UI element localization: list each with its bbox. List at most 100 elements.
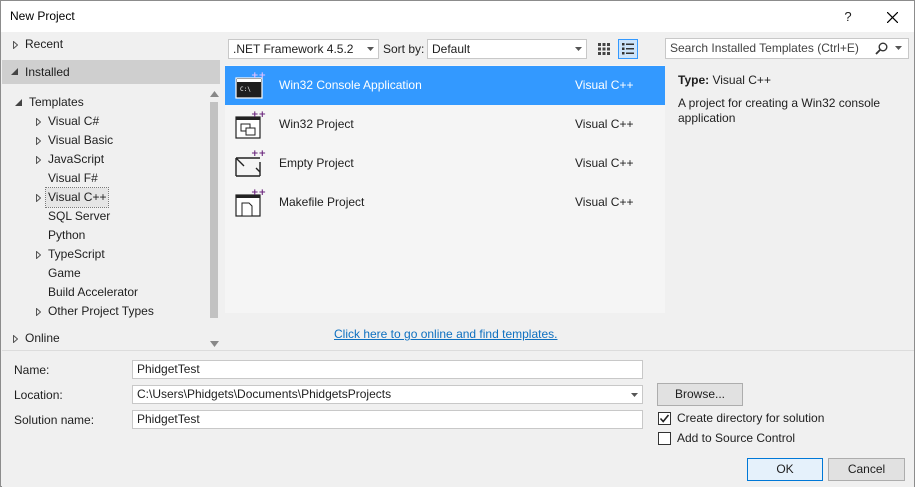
tree-label: Build Accelerator (48, 285, 139, 299)
template-item-makefile-project[interactable]: ++ Makefile Project Visual C++ (225, 183, 665, 222)
checkmark-icon (659, 414, 670, 423)
tree-label: Game (48, 266, 81, 280)
chevron-down-icon[interactable] (895, 46, 902, 50)
template-language: Visual C++ (575, 78, 634, 92)
svg-text:++: ++ (251, 149, 266, 159)
template-language: Visual C++ (575, 195, 634, 209)
template-item-empty-project[interactable]: ++ Empty Project Visual C++ (225, 144, 665, 183)
help-button[interactable]: ? (833, 6, 863, 28)
new-project-dialog: New Project ? Recent Installed Templates… (0, 0, 915, 487)
window-title: New Project (10, 9, 75, 23)
cancel-button[interactable]: Cancel (828, 458, 905, 481)
title-bar: New Project ? (1, 1, 914, 32)
tree-item-recent[interactable]: Recent (2, 35, 207, 54)
tree-label: Visual C# (48, 114, 100, 128)
type-line: Type: Visual C++ (678, 73, 771, 87)
template-name: Win32 Console Application (279, 78, 422, 92)
tree-label: Visual Basic (48, 133, 114, 147)
scroll-down-icon[interactable] (210, 340, 219, 348)
tree-item-installed[interactable]: Installed (2, 60, 220, 84)
template-details: Type: Visual C++ A project for creating … (666, 65, 912, 313)
solution-name-input[interactable]: PhidgetTest (132, 410, 643, 429)
tree-label: Visual C++ (44, 187, 110, 208)
svg-text:++: ++ (251, 110, 266, 120)
tree-item-javascript[interactable]: JavaScript (2, 150, 207, 169)
tree-item-visual-cpp[interactable]: Visual C++ (2, 187, 207, 208)
project-form: Name: PhidgetTest Location: C:\Users\Phi… (2, 350, 914, 487)
online-templates-link[interactable]: Click here to go online and find templat… (334, 327, 557, 341)
framework-value: .NET Framework 4.5.2 (233, 42, 354, 56)
template-name: Win32 Project (279, 117, 354, 131)
chevron-expanded-icon[interactable] (11, 60, 21, 79)
svg-text:++: ++ (251, 71, 266, 81)
browse-button[interactable]: Browse... (657, 383, 743, 406)
tree-label: Visual F# (48, 171, 98, 185)
tree-item-online[interactable]: Online (2, 329, 207, 348)
chevron-right-icon[interactable] (13, 329, 23, 348)
tree-item-templates[interactable]: Templates (2, 93, 207, 112)
sort-label: Sort by: (383, 42, 425, 56)
category-tree: Recent Installed Templates Visual C# Vis… (2, 32, 222, 352)
solution-name-label: Solution name: (14, 413, 95, 427)
tree-item-build-accelerator[interactable]: Build Accelerator (2, 283, 207, 302)
tree-item-typescript[interactable]: TypeScript (2, 245, 207, 264)
template-item-win32-console[interactable]: C:\ ++ Win32 Console Application Visual … (225, 66, 665, 105)
scrollbar-thumb[interactable] (210, 102, 218, 318)
tree-label: Installed (25, 65, 70, 79)
list-view-button[interactable] (618, 39, 638, 59)
template-item-win32-project[interactable]: ++ Win32 Project Visual C++ (225, 105, 665, 144)
name-input[interactable]: PhidgetTest (132, 360, 643, 379)
search-input[interactable]: Search Installed Templates (Ctrl+E) (665, 38, 909, 59)
tree-label: JavaScript (48, 152, 105, 166)
template-language: Visual C++ (575, 156, 634, 170)
win32-project-icon: ++ (235, 110, 266, 139)
search-placeholder: Search Installed Templates (Ctrl+E) (670, 41, 859, 55)
chevron-right-icon[interactable] (36, 245, 46, 264)
chevron-right-icon[interactable] (36, 112, 46, 131)
chevron-expanded-icon[interactable] (15, 93, 25, 112)
chevron-right-icon[interactable] (36, 302, 46, 321)
search-icon[interactable] (875, 42, 888, 55)
name-label: Name: (14, 363, 50, 377)
svg-text:++: ++ (251, 188, 266, 198)
chevron-right-icon[interactable] (36, 188, 46, 207)
tree-item-visual-fsharp[interactable]: Visual F# (2, 169, 207, 188)
scroll-up-icon[interactable] (210, 90, 219, 98)
tree-label: TypeScript (48, 247, 105, 261)
chevron-right-icon[interactable] (36, 150, 46, 169)
svg-text:C:\: C:\ (240, 86, 251, 93)
sort-select[interactable]: Default (427, 39, 587, 59)
chevron-down-icon (367, 47, 374, 51)
close-button[interactable] (876, 6, 908, 28)
tree-label: Templates (29, 95, 84, 109)
tree-label: SQL Server (48, 209, 111, 223)
tree-label: Recent (25, 37, 64, 51)
tree-label: Other Project Types (48, 304, 154, 318)
tree-label: Online (25, 331, 60, 345)
chevron-right-icon[interactable] (13, 35, 23, 54)
location-input[interactable]: C:\Users\Phidgets\Documents\PhidgetsProj… (132, 385, 643, 404)
tree-item-python[interactable]: Python (2, 226, 207, 245)
grid-view-button[interactable] (594, 39, 614, 59)
chevron-right-icon[interactable] (36, 131, 46, 150)
template-name: Makefile Project (279, 195, 365, 209)
create-directory-checkbox[interactable] (658, 412, 671, 425)
ok-button[interactable]: OK (747, 458, 823, 481)
tree-item-visual-basic[interactable]: Visual Basic (2, 131, 207, 150)
tree-item-visual-csharp[interactable]: Visual C# (2, 112, 207, 131)
type-value: Visual C++ (712, 73, 771, 87)
tree-scrollbar[interactable] (207, 86, 222, 352)
framework-select[interactable]: .NET Framework 4.5.2 (228, 39, 379, 59)
create-directory-label: Create directory for solution (677, 411, 825, 425)
list-view-icon (622, 43, 634, 55)
template-name: Empty Project (279, 156, 354, 170)
template-description: A project for creating a Win32 console a… (678, 96, 881, 125)
tree-item-other-project-types[interactable]: Other Project Types (2, 302, 207, 321)
tree-item-sql-server[interactable]: SQL Server (2, 207, 207, 226)
grid-view-icon (598, 43, 610, 55)
location-value: C:\Users\Phidgets\Documents\PhidgetsProj… (137, 387, 392, 401)
tree-item-game[interactable]: Game (2, 264, 207, 283)
source-control-checkbox[interactable] (658, 432, 671, 445)
location-label: Location: (14, 388, 63, 402)
chevron-down-icon[interactable] (631, 393, 638, 397)
